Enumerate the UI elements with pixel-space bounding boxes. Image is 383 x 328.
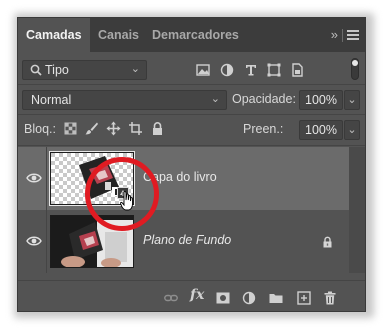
eye-visibility-icon[interactable]	[26, 171, 42, 185]
delete-layer-trash-icon[interactable]	[323, 291, 337, 305]
fill-input[interactable]: 100%	[299, 120, 343, 140]
tab-camadas-label: Camadas	[26, 28, 82, 42]
lock-artboard-nesting-icon[interactable]	[128, 121, 143, 136]
filter-kind-select[interactable]: Tipo ⌄	[22, 60, 147, 80]
adjustment-filter-icon[interactable]	[219, 62, 235, 78]
tab-canais-label: Canais	[98, 28, 139, 42]
layer-style-fx-icon[interactable]: fx	[190, 287, 204, 303]
smart-object-filter-icon[interactable]	[289, 62, 305, 78]
opacity-label: Opacidade:	[232, 92, 296, 106]
tab-demarcadores[interactable]: Demarcadores	[144, 18, 249, 52]
chevron-down-icon: ⌄	[210, 93, 220, 105]
adjustment-layer-icon[interactable]	[242, 291, 256, 305]
filter-toggle-icon[interactable]	[351, 58, 359, 80]
blend-mode-label: Normal	[31, 93, 72, 107]
new-group-folder-icon[interactable]	[269, 291, 283, 305]
tab-demarcadores-label: Demarcadores	[152, 28, 239, 42]
link-layers-icon[interactable]	[164, 291, 178, 305]
fill-dropdown-chevron-icon[interactable]: ⌄	[344, 120, 360, 140]
chevron-down-icon: ⌄	[130, 63, 140, 75]
new-layer-icon[interactable]	[297, 291, 311, 305]
divider	[18, 84, 365, 85]
tab-bar-divider	[342, 29, 343, 42]
divider	[18, 145, 365, 146]
layers-panel: Camadas Canais Demarcadores » Tipo ⌄ Nor…	[17, 17, 366, 312]
fill-label: Preen.:	[243, 122, 284, 136]
lock-icon[interactable]	[322, 236, 333, 248]
layer-row-plano-de-fundo[interactable]: Plano de Fundo	[18, 210, 349, 273]
lock-image-pixels-brush-icon[interactable]	[84, 121, 99, 136]
lock-all-icon[interactable]	[150, 121, 165, 136]
collapse-panel-icon[interactable]: »	[331, 18, 338, 52]
layers-bottom-toolbar: fx	[18, 280, 365, 311]
search-icon	[30, 64, 42, 76]
eye-visibility-icon[interactable]	[26, 234, 42, 248]
hamburger-icon[interactable]	[347, 30, 359, 40]
lock-transparent-pixels-icon[interactable]	[63, 121, 78, 136]
layers-scrollbar[interactable]	[349, 147, 365, 273]
add-mask-icon[interactable]	[216, 291, 230, 305]
layer-name[interactable]: Plano de Fundo	[143, 233, 231, 247]
tab-canais[interactable]: Canais	[90, 18, 144, 52]
divider	[46, 147, 47, 210]
pixel-filter-icon[interactable]	[195, 62, 211, 78]
opacity-input[interactable]: 100%	[299, 90, 343, 110]
opacity-dropdown-chevron-icon[interactable]: ⌄	[344, 90, 360, 110]
shape-filter-icon[interactable]	[266, 62, 282, 78]
hand-cursor-icon	[120, 191, 133, 211]
lock-position-move-icon[interactable]	[106, 121, 121, 136]
filter-kind-label: Tipo	[45, 63, 69, 77]
layer-row-capa-do-livro[interactable]: Capa do livro	[18, 147, 349, 210]
divider	[18, 114, 365, 115]
tab-camadas[interactable]: Camadas	[18, 18, 90, 52]
lock-label: Bloq.:	[24, 122, 56, 136]
divider	[46, 210, 47, 273]
type-filter-icon[interactable]	[243, 62, 259, 78]
blend-mode-select[interactable]: Normal ⌄	[22, 90, 227, 110]
panel-tab-bar: Camadas Canais Demarcadores »	[18, 18, 365, 52]
